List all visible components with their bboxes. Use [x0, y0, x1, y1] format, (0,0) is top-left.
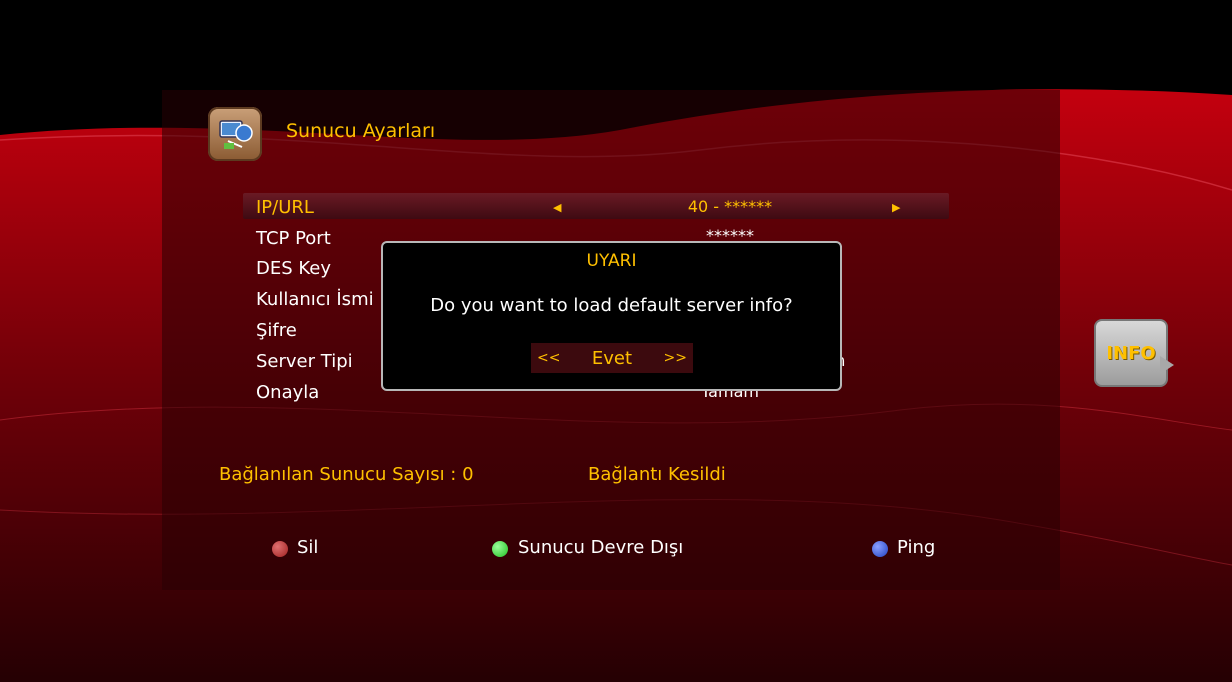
- row-password-label[interactable]: Şifre: [256, 320, 297, 341]
- blue-key-label[interactable]: Ping: [897, 537, 935, 558]
- row-tcp-port-label[interactable]: TCP Port: [256, 228, 331, 249]
- left-arrow-icon[interactable]: ◀: [553, 201, 561, 214]
- green-key-label[interactable]: Sunucu Devre Dışı: [518, 537, 683, 558]
- dialog-next-arrow[interactable]: >>: [664, 350, 687, 366]
- page-title: Sunucu Ayarları: [286, 120, 436, 142]
- dialog-message: Do you want to load default server info?: [430, 295, 793, 316]
- selected-row-highlight: [243, 193, 949, 219]
- blue-key-icon: [872, 541, 888, 557]
- connected-server-count: Bağlanılan Sunucu Sayısı : 0: [219, 464, 474, 485]
- dialog-prev-arrow[interactable]: <<: [537, 350, 560, 366]
- row-des-key-label[interactable]: DES Key: [256, 258, 331, 279]
- dialog-option-selector[interactable]: << Evet >>: [531, 343, 693, 373]
- row-username-label[interactable]: Kullanıcı İsmi: [256, 289, 374, 310]
- row-confirm-label[interactable]: Onayla: [256, 382, 319, 403]
- right-arrow-icon[interactable]: ▶: [892, 201, 900, 214]
- dialog-title: UYARI: [586, 251, 637, 271]
- row-ip-url-label[interactable]: IP/URL: [256, 197, 314, 218]
- row-ip-url-value[interactable]: 40 - ******: [668, 197, 792, 216]
- warning-dialog: UYARI Do you want to load default server…: [381, 241, 842, 391]
- dialog-yes-option[interactable]: Evet: [592, 348, 632, 369]
- green-key-icon: [492, 541, 508, 557]
- red-key-label[interactable]: Sil: [297, 537, 318, 558]
- network-settings-icon: [208, 107, 262, 161]
- connection-status: Bağlantı Kesildi: [588, 464, 726, 485]
- info-button[interactable]: INFO: [1094, 319, 1168, 387]
- red-key-icon: [272, 541, 288, 557]
- row-server-type-label[interactable]: Server Tipi: [256, 351, 353, 372]
- info-bubble-tail: [1160, 356, 1174, 374]
